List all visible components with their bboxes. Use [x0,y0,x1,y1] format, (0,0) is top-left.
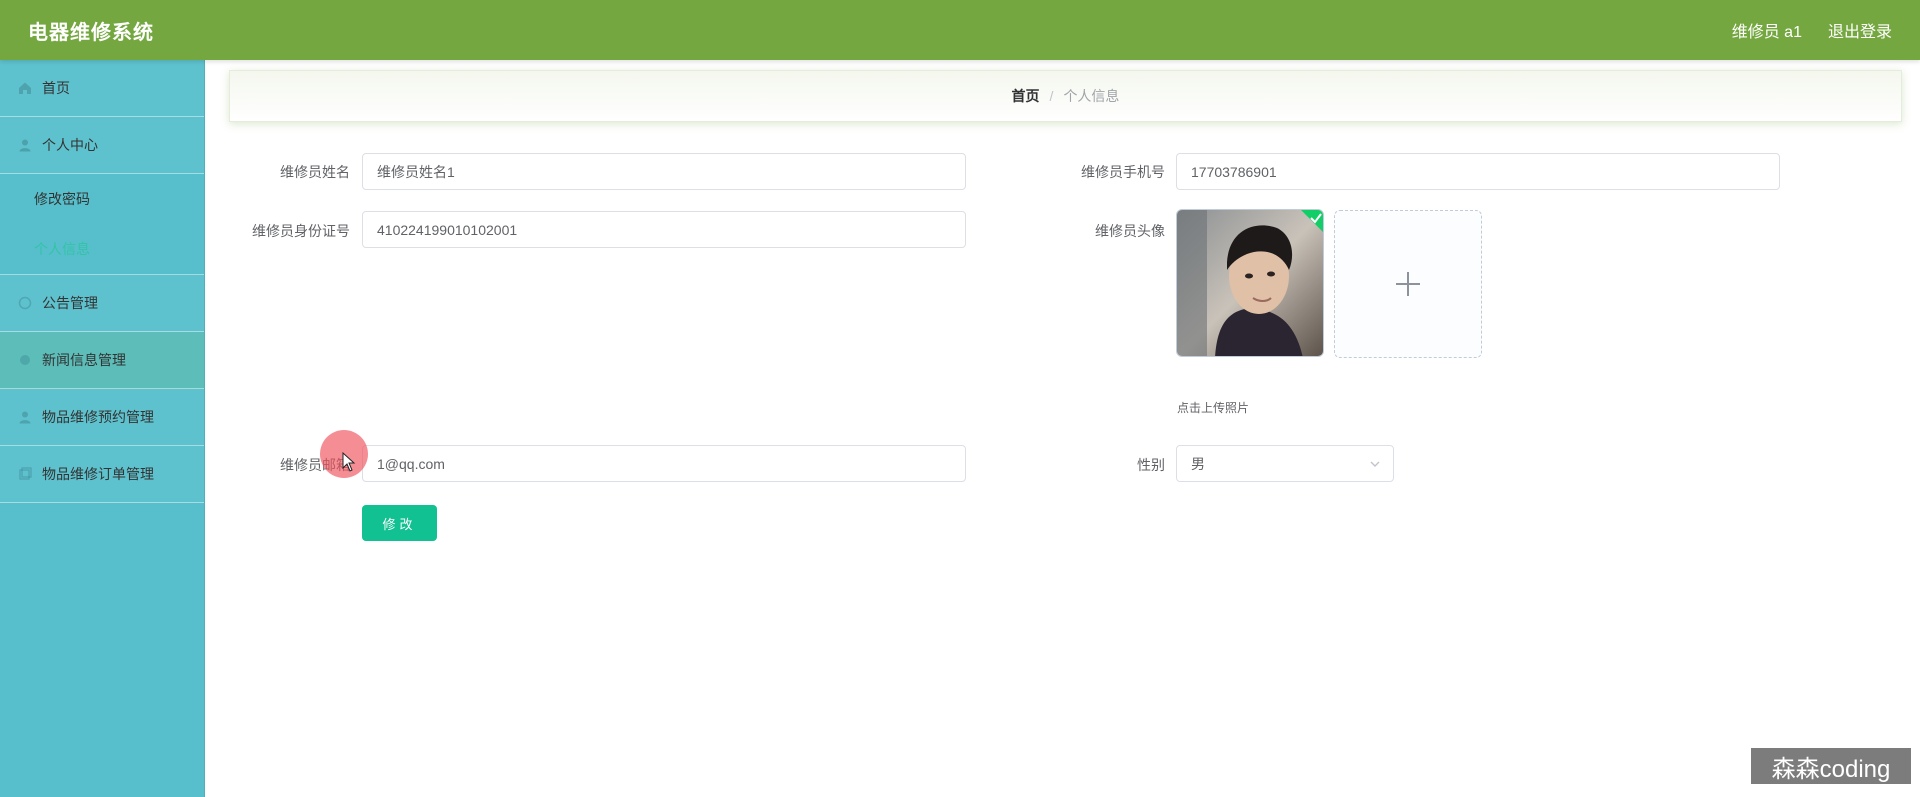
sidebar-item-news[interactable]: 新闻信息管理 [0,332,204,389]
sidebar-item-personal-center[interactable]: 个人中心 [0,117,204,174]
sidebar-item-label: 公告管理 [42,295,98,311]
gender-selected-value: 男 [1191,455,1205,472]
sidebar-menu: 首页 个人中心 修改密码 个人信息 公告管理 新闻信息管理 物品维修预约管理 物… [0,60,205,797]
email-input[interactable]: 1@qq.com [362,445,966,482]
sidebar-item-label: 首页 [42,80,70,96]
name-label: 维修员姓名 [280,164,350,180]
avatar-label: 维修员头像 [1095,223,1165,239]
phone-input[interactable]: 17703786901 [1176,153,1780,190]
watermark: 森森coding [1751,748,1911,784]
avatar-image [1177,210,1323,356]
upload-tip: 点击上传照片 [1177,401,1250,415]
current-user-label: 维修员 a1 [1731,24,1802,41]
sidebar-item-home[interactable]: 首页 [0,60,204,117]
sidebar-item-change-password[interactable]: 修改密码 [0,174,204,224]
sidebar-item-label: 个人中心 [42,137,98,153]
user-icon [18,138,32,152]
breadcrumb-separator: / [1049,88,1054,104]
order-icon [18,467,32,481]
avatar-upload-button[interactable] [1334,210,1482,358]
phone-label: 维修员手机号 [1081,164,1165,180]
gender-select[interactable]: 男 [1176,445,1394,482]
breadcrumb: 首页 / 个人信息 [229,70,1902,122]
logout-link[interactable]: 退出登录 [1828,18,1892,42]
user-icon [18,410,32,424]
notice-icon [18,296,32,310]
idcard-label: 维修员身份证号 [252,223,350,239]
avatar-thumbnail[interactable] [1176,209,1324,357]
breadcrumb-current: 个人信息 [1063,88,1120,104]
mouse-cursor-icon [342,452,356,472]
idcard-input[interactable]: 410224199010102001 [362,211,966,248]
app-title: 电器维修系统 [28,21,154,44]
chevron-down-icon [1370,461,1380,467]
sidebar-item-label: 新闻信息管理 [42,352,126,368]
sidebar-item-label: 物品维修订单管理 [42,466,154,482]
sidebar-item-personal-info[interactable]: 个人信息 [0,224,204,274]
sidebar-item-repair-booking[interactable]: 物品维修预约管理 [0,389,204,446]
sidebar-item-notice[interactable]: 公告管理 [0,275,204,332]
plus-icon [1396,272,1420,296]
gender-label: 性别 [1137,457,1165,473]
submit-update-button[interactable]: 修改 [362,505,437,541]
personal-center-submenu: 修改密码 个人信息 [0,174,204,275]
name-input[interactable]: 维修员姓名1 [362,153,966,190]
sidebar-item-label: 物品维修预约管理 [42,409,154,425]
sidebar-item-repair-orders[interactable]: 物品维修订单管理 [0,446,204,503]
news-icon [18,353,32,367]
top-header: 电器维修系统 维修员 a1 退出登录 [0,0,1920,60]
breadcrumb-home[interactable]: 首页 [1012,86,1040,106]
home-icon [18,81,32,95]
header-user-area: 维修员 a1 退出登录 [1732,18,1892,42]
